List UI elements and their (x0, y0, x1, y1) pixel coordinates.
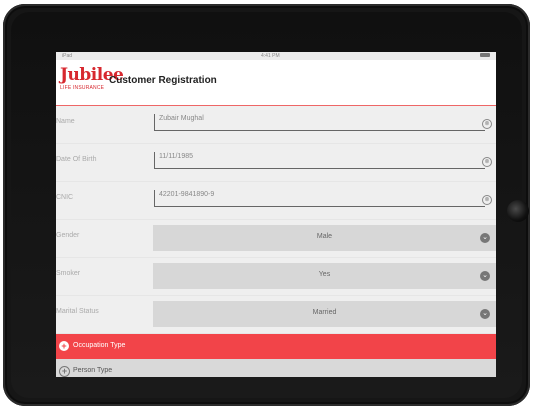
page-title: Customer Registration (109, 75, 217, 86)
app-screen: iPad 4:41 PM Jubilee LIFE INSURANCE Cust… (56, 52, 496, 377)
logo-subtitle: LIFE INSURANCE (60, 85, 105, 91)
name-row: Name Zubair Mughal ⊗ (56, 106, 496, 144)
gender-value: Male (316, 233, 333, 240)
status-time: 4:41 PM (261, 53, 280, 59)
registration-form: Name Zubair Mughal ⊗ Date Of Birth 11/11… (56, 106, 496, 334)
chevron-down-icon: ⌄ (480, 233, 490, 243)
logo-wordmark: Jubilee (60, 65, 124, 85)
camera-icon (507, 200, 529, 222)
cnic-field[interactable]: 42201-9841890-9 (154, 190, 485, 207)
person-type-section[interactable]: + Person Type (56, 359, 496, 377)
name-label: Name (56, 118, 75, 125)
gender-select[interactable]: Male ⌄ (153, 225, 496, 251)
person-type-title: Person Type (73, 367, 113, 374)
dob-row: Date Of Birth 11/11/1985 ⊗ (56, 144, 496, 182)
chevron-down-icon: ⌄ (480, 309, 490, 319)
marital-select[interactable]: Married ⌄ (153, 301, 496, 327)
jubilee-logo: Jubilee LIFE INSURANCE (60, 65, 124, 97)
clear-icon[interactable]: ⊗ (482, 157, 492, 167)
cnic-row: CNIC 42201-9841890-9 ⊗ (56, 182, 496, 220)
name-value: Zubair Mughal (159, 115, 204, 122)
smoker-select[interactable]: Yes ⌄ (153, 263, 496, 289)
dob-field[interactable]: 11/11/1985 (154, 152, 485, 169)
app-header: Jubilee LIFE INSURANCE Customer Registra… (56, 60, 496, 106)
gender-row: Gender Male ⌄ (56, 220, 496, 258)
plus-icon: + (59, 366, 70, 377)
clear-icon[interactable]: ⊗ (482, 195, 492, 205)
gender-label: Gender (56, 232, 80, 239)
ipad-device: iPad 4:41 PM Jubilee LIFE INSURANCE Cust… (3, 4, 530, 406)
chevron-down-icon: ⌄ (480, 271, 490, 281)
occupation-type-section[interactable]: + Occupation Type (56, 334, 496, 359)
name-field[interactable]: Zubair Mughal (154, 114, 485, 131)
marital-row: Marital Status Married ⌄ (56, 296, 496, 334)
carrier-label: iPad (62, 53, 73, 59)
marital-value: Married (312, 309, 337, 316)
occupation-type-title: Occupation Type (73, 342, 126, 349)
dob-value: 11/11/1985 (159, 153, 193, 160)
cnic-value: 42201-9841890-9 (159, 191, 215, 198)
cnic-label: CNIC (56, 194, 74, 201)
dob-label: Date Of Birth (56, 156, 97, 163)
smoker-value: Yes (318, 271, 331, 278)
status-bar: iPad 4:41 PM (56, 52, 496, 60)
clear-icon[interactable]: ⊗ (482, 119, 492, 129)
marital-label: Marital Status (56, 308, 99, 315)
plus-icon: + (59, 341, 69, 351)
smoker-label: Smoker (56, 270, 81, 277)
battery-icon (480, 53, 490, 57)
smoker-row: Smoker Yes ⌄ (56, 258, 496, 296)
